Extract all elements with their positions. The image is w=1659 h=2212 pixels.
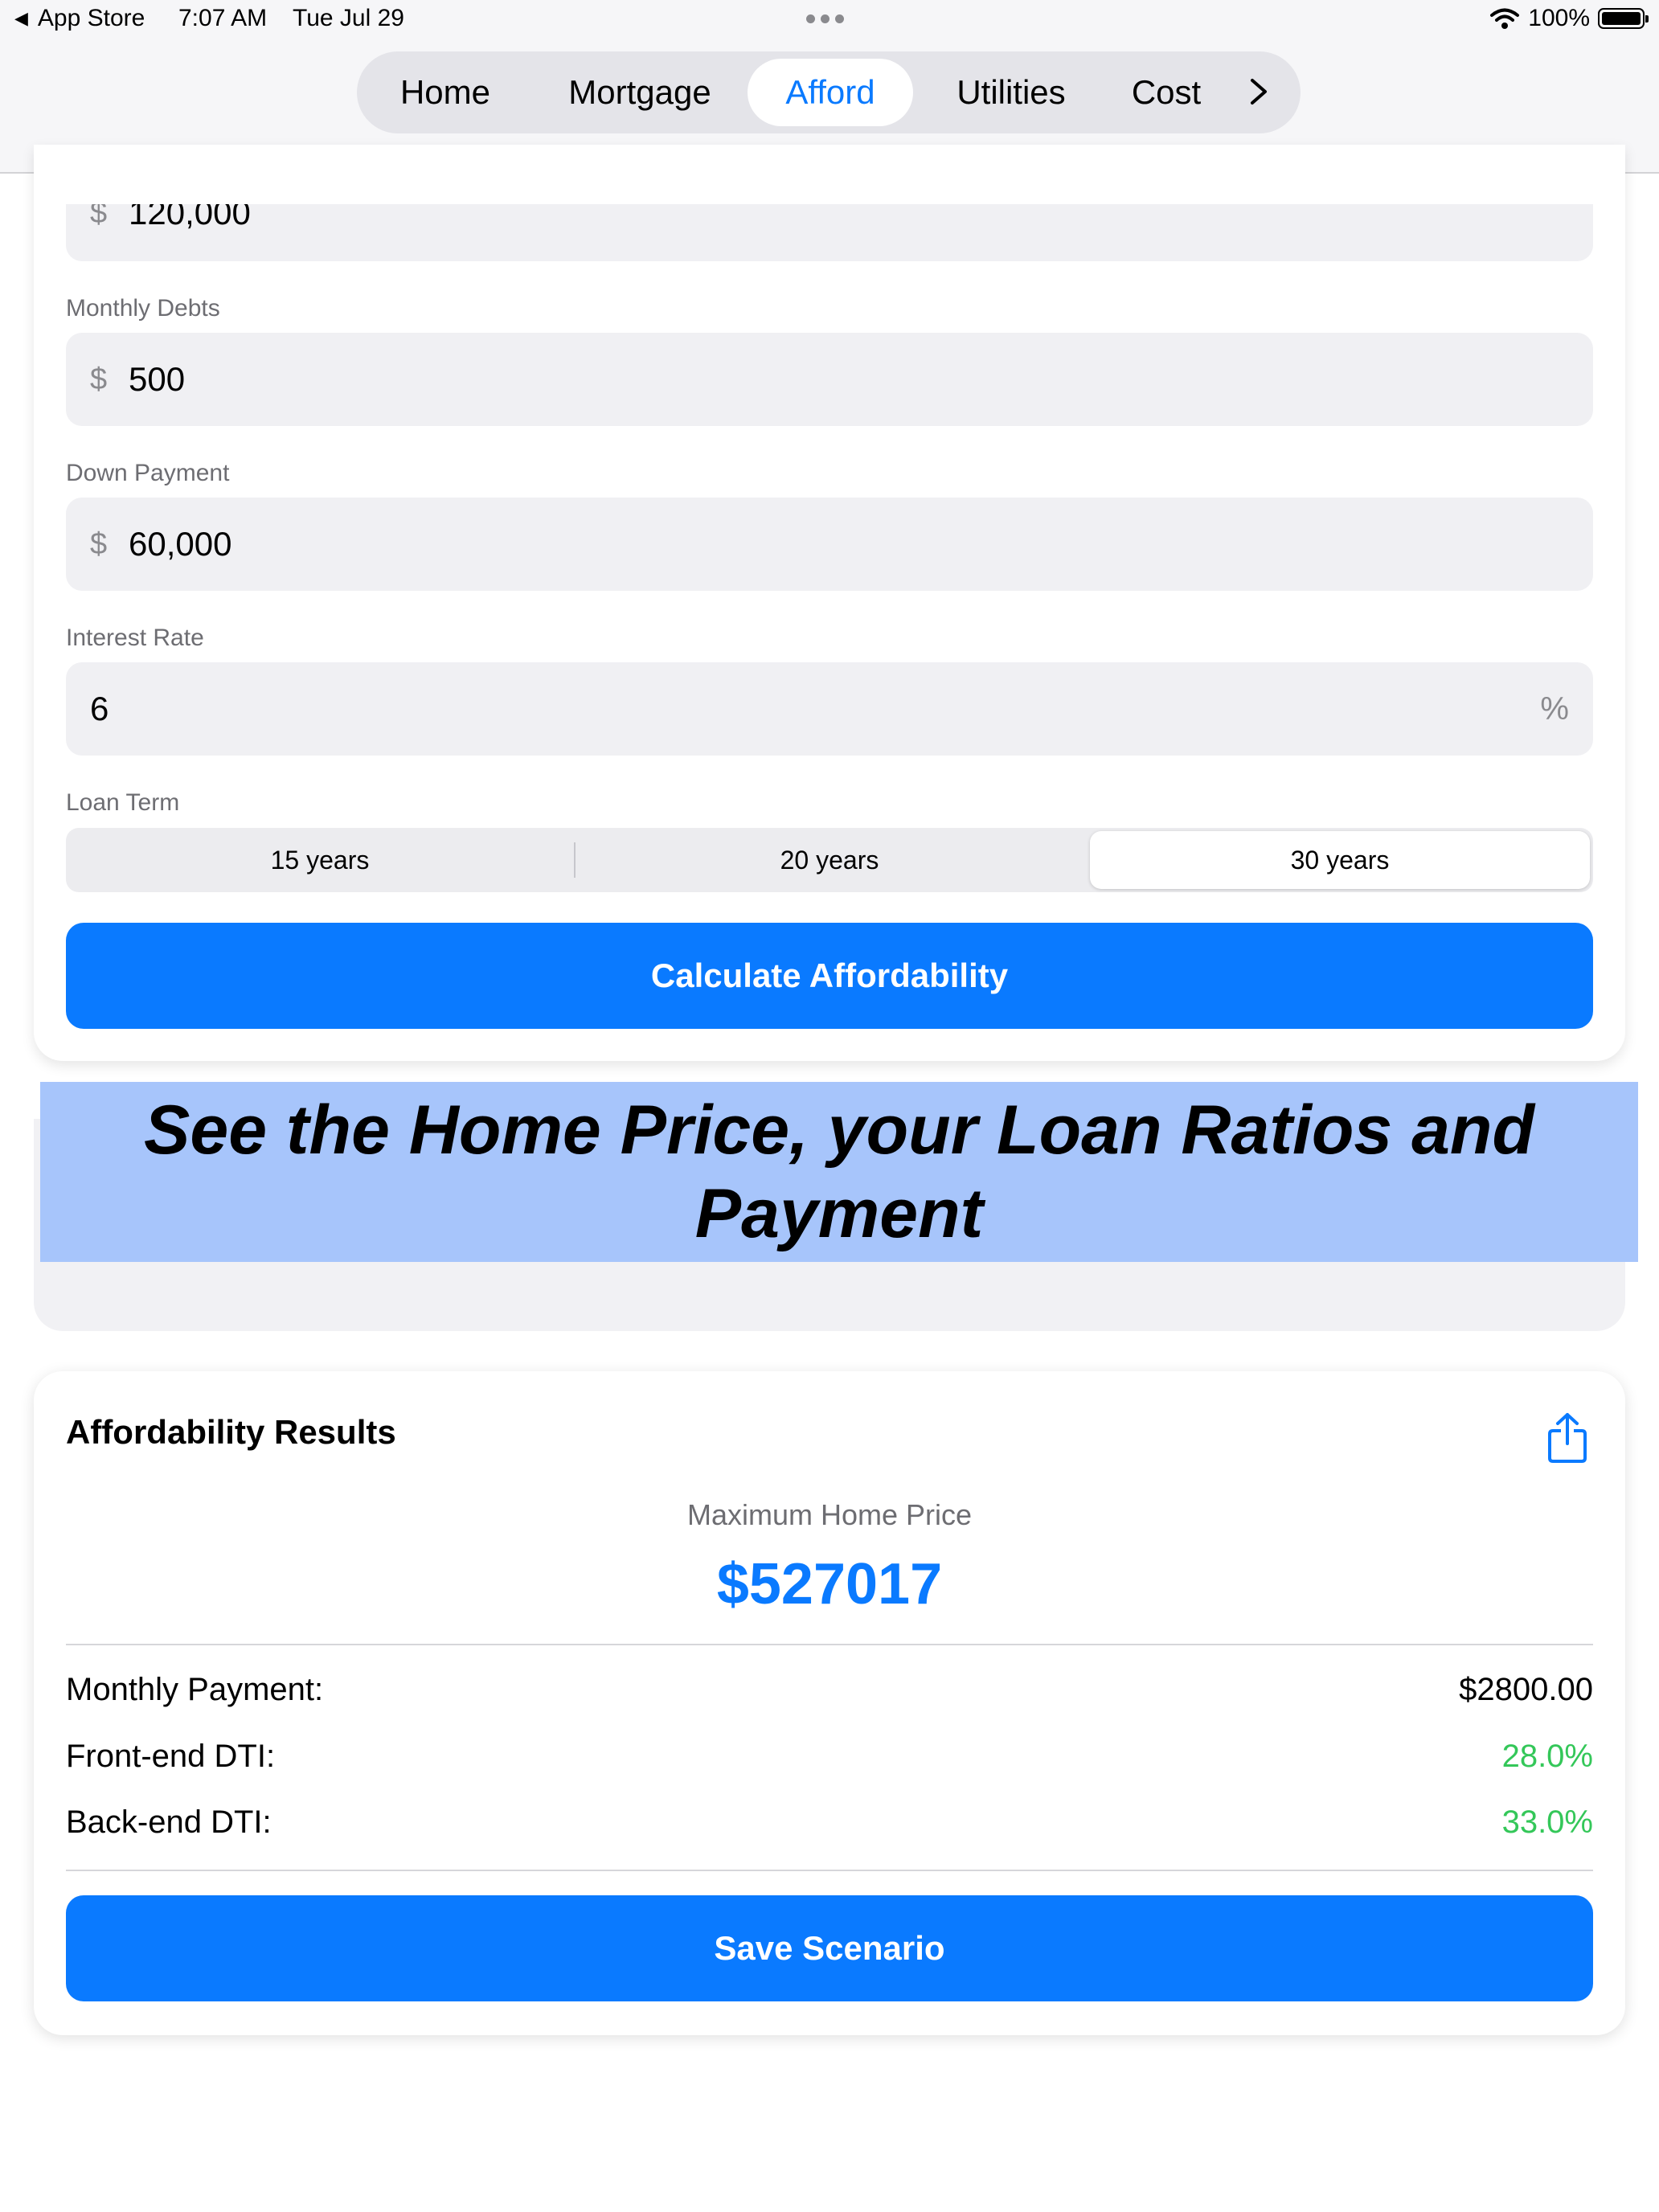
- share-icon[interactable]: [1546, 1411, 1588, 1464]
- tab-mortgage[interactable]: Mortgage: [550, 51, 730, 133]
- multitasking-dots-icon[interactable]: [806, 14, 844, 23]
- battery-percent: 100%: [1528, 5, 1590, 31]
- promo-banner-text: See the Home Price, your Loan Ratios and…: [144, 1092, 1534, 1252]
- down-payment-field[interactable]: $ 60,000: [66, 498, 1593, 591]
- status-indicators: 100%: [1489, 5, 1649, 32]
- tab-bar: Home Mortgage Afford Utilities Cost: [357, 51, 1301, 133]
- loan-term-option-30[interactable]: 30 years: [1090, 831, 1590, 889]
- back-end-dti-label: Back-end DTI:: [66, 1804, 272, 1840]
- back-app-label: App Store: [37, 5, 145, 31]
- back-triangle-icon: ◀: [14, 8, 28, 28]
- monthly-payment-label: Monthly Payment:: [66, 1672, 324, 1707]
- monthly-payment-value: $2800.00: [1459, 1672, 1593, 1707]
- tab-afford[interactable]: Afford: [748, 59, 913, 126]
- currency-prefix: $: [90, 363, 108, 396]
- loan-term-option-15[interactable]: 15 years: [66, 828, 574, 892]
- loan-term-segmented-control: 15 years 20 years 30 years: [66, 828, 1593, 892]
- monthly-debts-field[interactable]: $ 500: [66, 333, 1593, 426]
- monthly-debts-label: Monthly Debts: [66, 295, 220, 322]
- results-divider-bottom: [66, 1870, 1593, 1871]
- max-home-price-label: Maximum Home Price: [686, 1498, 973, 1531]
- battery-icon: [1598, 8, 1649, 29]
- currency-prefix: $: [90, 527, 108, 561]
- promo-banner: See the Home Price, your Loan Ratios and…: [40, 1082, 1638, 1262]
- loan-term-option-20[interactable]: 20 years: [576, 828, 1083, 892]
- interest-rate-field[interactable]: 6 %: [66, 662, 1593, 756]
- chevron-right-icon[interactable]: [1247, 69, 1270, 114]
- back-to-app-store[interactable]: ◀ App Store: [14, 5, 145, 32]
- tab-utilities[interactable]: Utilities: [932, 51, 1090, 133]
- calculate-affordability-button[interactable]: Calculate Affordability: [66, 923, 1593, 1029]
- down-payment-label: Down Payment: [66, 460, 230, 486]
- save-scenario-button[interactable]: Save Scenario: [66, 1895, 1593, 2001]
- status-bar: ◀ App Store 7:07 AM Tue Jul 29 100%: [0, 0, 1659, 45]
- front-end-dti-value: 28.0%: [1501, 1739, 1593, 1774]
- tab-home[interactable]: Home: [379, 51, 511, 133]
- tab-cost[interactable]: Cost: [1114, 51, 1219, 133]
- status-time: 7:07 AM: [178, 5, 268, 31]
- status-date: Tue Jul 29: [293, 5, 404, 31]
- back-end-dti-value: 33.0%: [1501, 1804, 1593, 1840]
- percent-suffix: %: [1540, 691, 1569, 727]
- front-end-dti-label: Front-end DTI:: [66, 1739, 276, 1774]
- interest-rate-label: Interest Rate: [66, 625, 204, 651]
- max-home-price-value: $527017: [716, 1552, 943, 1616]
- results-title: Affordability Results: [66, 1413, 396, 1451]
- interest-rate-value: 6: [90, 690, 109, 727]
- results-divider-top: [66, 1644, 1593, 1645]
- monthly-debts-value: 500: [129, 360, 186, 398]
- loan-term-label: Loan Term: [66, 789, 180, 816]
- down-payment-value: 60,000: [129, 525, 232, 563]
- wifi-icon: [1490, 8, 1520, 29]
